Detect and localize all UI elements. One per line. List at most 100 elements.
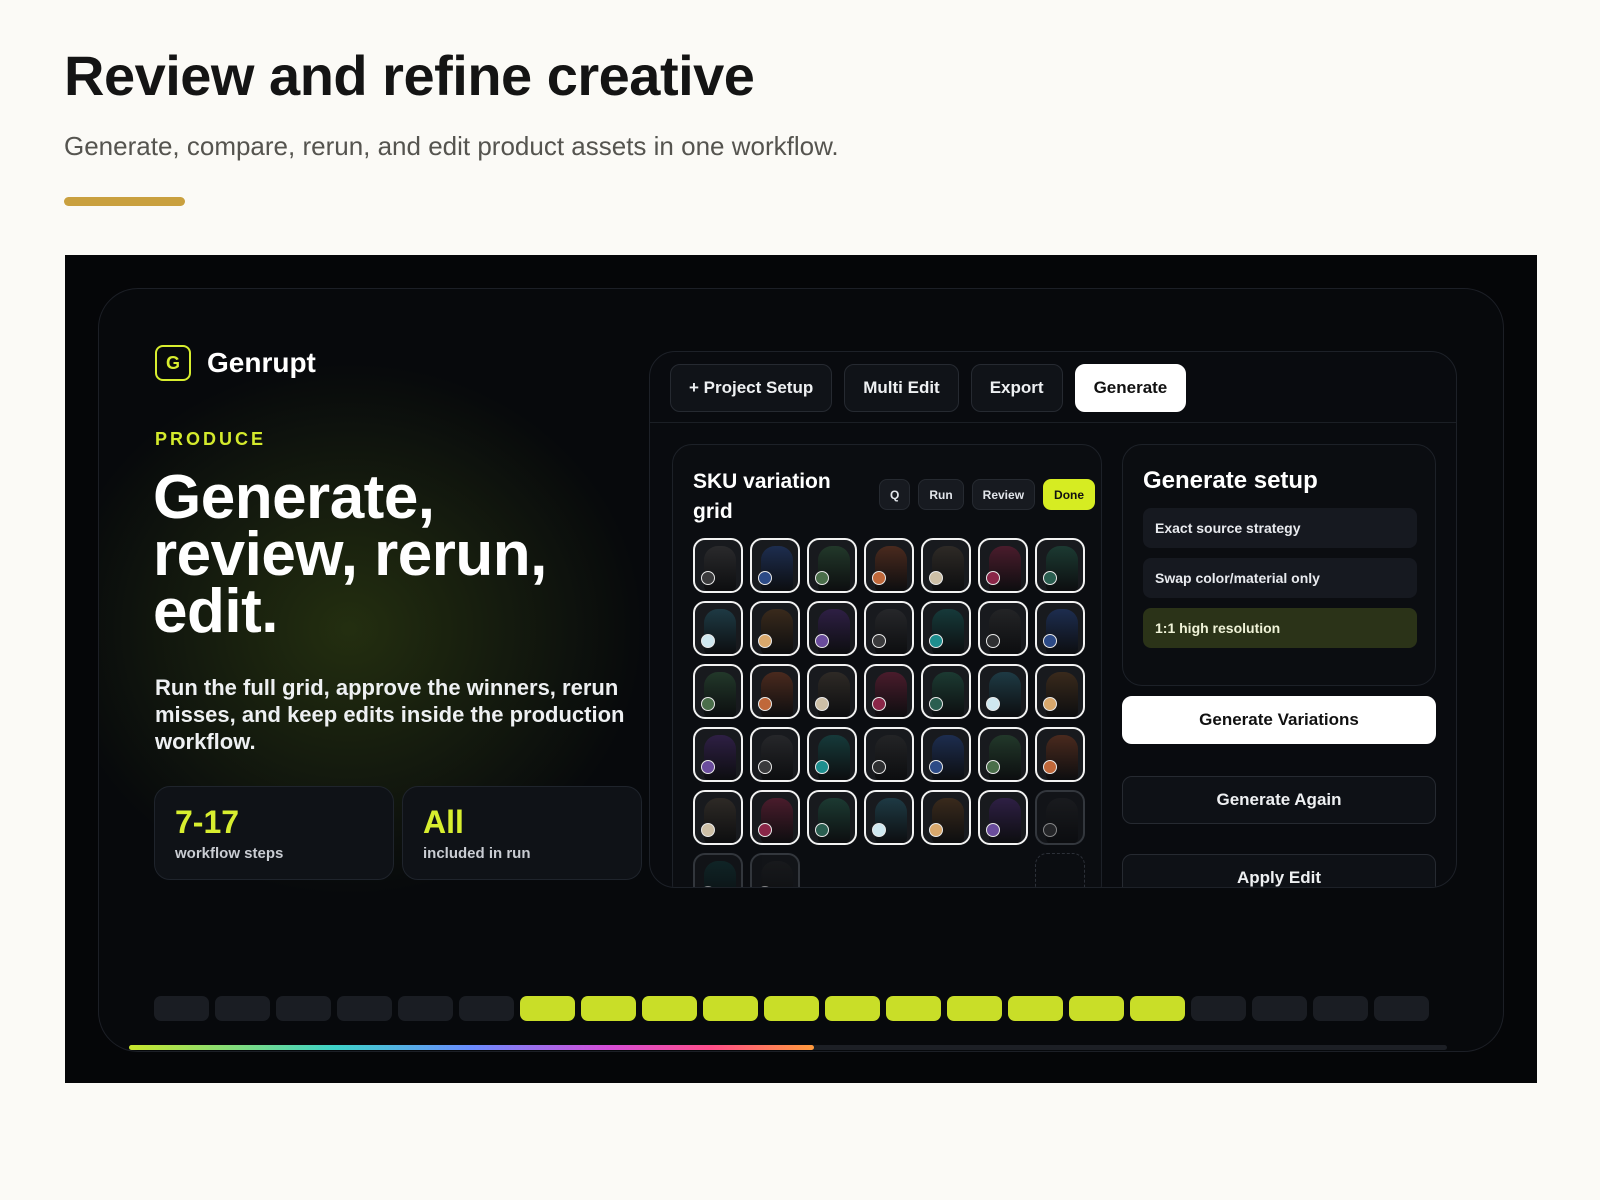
- variation-thumbnail[interactable]: [1035, 727, 1085, 782]
- garment-image: [761, 798, 793, 843]
- variation-thumbnail[interactable]: [864, 727, 914, 782]
- variation-thumbnail[interactable]: [807, 664, 857, 719]
- workflow-step-track: [154, 996, 1429, 1021]
- brand-logo-icon: G: [155, 345, 191, 381]
- tab-generate[interactable]: Generate: [1074, 364, 1187, 412]
- tab-multi-edit[interactable]: Multi Edit: [844, 364, 959, 412]
- variation-thumbnail[interactable]: [750, 538, 800, 593]
- workflow-step: [764, 996, 819, 1021]
- variation-thumbnail[interactable]: [807, 727, 857, 782]
- color-swatch: [1043, 760, 1057, 774]
- variation-thumbnail[interactable]: [978, 727, 1028, 782]
- color-swatch: [929, 571, 943, 585]
- variation-thumbnail[interactable]: [693, 538, 743, 593]
- garment-image: [989, 672, 1021, 717]
- variation-thumbnail[interactable]: [921, 538, 971, 593]
- variation-placeholder: [1035, 853, 1085, 887]
- variation-thumbnail[interactable]: [864, 601, 914, 656]
- variation-thumbnail[interactable]: [1035, 790, 1085, 845]
- color-swatch: [929, 697, 943, 711]
- variation-thumbnail[interactable]: [807, 790, 857, 845]
- color-swatch: [872, 697, 886, 711]
- variation-thumbnail[interactable]: [750, 853, 800, 887]
- setup-title: Generate setup: [1143, 467, 1318, 494]
- workflow-step: [1252, 996, 1307, 1021]
- workflow-step: [825, 996, 880, 1021]
- color-swatch: [929, 634, 943, 648]
- variation-thumbnail[interactable]: [693, 790, 743, 845]
- page-header: Review and refine creative Generate, com…: [64, 44, 839, 162]
- search-icon[interactable]: Q: [879, 479, 911, 510]
- color-swatch: [815, 697, 829, 711]
- variation-thumbnail[interactable]: [921, 790, 971, 845]
- garment-image: [761, 609, 793, 654]
- garment-image: [761, 672, 793, 717]
- run-progress-bar: [129, 1045, 1447, 1050]
- variation-thumbnail[interactable]: [693, 727, 743, 782]
- variation-thumbnail[interactable]: [1035, 538, 1085, 593]
- variation-thumbnail[interactable]: [750, 664, 800, 719]
- garment-image: [704, 609, 736, 654]
- sku-variation-grid: [693, 538, 1085, 887]
- generate-again-button[interactable]: Generate Again: [1122, 776, 1436, 824]
- variation-thumbnail[interactable]: [978, 538, 1028, 593]
- color-swatch: [986, 634, 1000, 648]
- app-screenshot: G Genrupt PRODUCE Generate, review, reru…: [65, 255, 1537, 1083]
- generate-setup-panel: Generate setup Exact source strategy Swa…: [1122, 444, 1436, 686]
- variation-thumbnail[interactable]: [807, 538, 857, 593]
- section-eyebrow: PRODUCE: [155, 429, 267, 449]
- variation-thumbnail[interactable]: [921, 601, 971, 656]
- variation-thumbnail[interactable]: [978, 601, 1028, 656]
- tab-project-setup[interactable]: + Project Setup: [670, 364, 833, 412]
- variation-thumbnail[interactable]: [1035, 601, 1085, 656]
- variation-thumbnail[interactable]: [978, 790, 1028, 845]
- variation-thumbnail[interactable]: [864, 664, 914, 719]
- garment-image: [932, 672, 964, 717]
- variation-thumbnail[interactable]: [807, 601, 857, 656]
- variation-thumbnail[interactable]: [978, 664, 1028, 719]
- variation-thumbnail[interactable]: [750, 727, 800, 782]
- brand[interactable]: G Genrupt: [155, 345, 316, 381]
- chip-done[interactable]: Done: [1043, 479, 1096, 510]
- color-swatch: [701, 760, 715, 774]
- workflow-tabs: + Project Setup Multi Edit Export Genera…: [670, 364, 1187, 412]
- generate-variations-button[interactable]: Generate Variations: [1122, 696, 1436, 744]
- garment-image: [932, 609, 964, 654]
- variation-thumbnail[interactable]: [750, 601, 800, 656]
- garment-image: [1046, 672, 1078, 717]
- garment-image: [875, 672, 907, 717]
- workflow-step: [1008, 996, 1063, 1021]
- color-swatch: [758, 634, 772, 648]
- color-swatch: [758, 571, 772, 585]
- app-frame: G Genrupt PRODUCE Generate, review, reru…: [98, 288, 1504, 1052]
- garment-image: [761, 735, 793, 780]
- workflow-step: [215, 996, 270, 1021]
- color-swatch: [1043, 571, 1057, 585]
- tab-export[interactable]: Export: [970, 364, 1063, 412]
- variation-thumbnail[interactable]: [693, 601, 743, 656]
- color-swatch: [815, 571, 829, 585]
- variation-thumbnail[interactable]: [750, 790, 800, 845]
- variation-thumbnail[interactable]: [693, 853, 743, 887]
- garment-image: [989, 735, 1021, 780]
- option-high-resolution[interactable]: 1:1 high resolution: [1143, 608, 1417, 648]
- brand-name: Genrupt: [207, 347, 316, 378]
- variation-thumbnail[interactable]: [921, 727, 971, 782]
- option-exact-source-strategy[interactable]: Exact source strategy: [1143, 508, 1417, 548]
- variation-thumbnail[interactable]: [1035, 664, 1085, 719]
- color-swatch: [929, 823, 943, 837]
- variation-thumbnail[interactable]: [864, 790, 914, 845]
- hero-title: Generate, review, rerun, edit.: [153, 463, 547, 646]
- option-swap-color-material[interactable]: Swap color/material only: [1143, 558, 1417, 598]
- chip-review[interactable]: Review: [971, 479, 1036, 510]
- variation-thumbnail[interactable]: [864, 538, 914, 593]
- color-swatch: [815, 634, 829, 648]
- stat-value: All: [423, 804, 464, 840]
- chip-run[interactable]: Run: [918, 479, 964, 510]
- variation-thumbnail[interactable]: [921, 664, 971, 719]
- variation-thumbnail[interactable]: [693, 664, 743, 719]
- color-swatch: [986, 760, 1000, 774]
- apply-edit-button[interactable]: Apply Edit: [1122, 854, 1436, 887]
- garment-image: [761, 861, 793, 887]
- garment-image: [932, 735, 964, 780]
